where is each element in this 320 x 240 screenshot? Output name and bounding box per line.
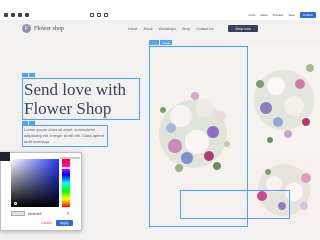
redo-button[interactable]: Redo <box>260 13 267 17</box>
pages-icon[interactable] <box>11 13 15 17</box>
toolbar-left-group <box>4 13 29 17</box>
tablet-icon[interactable] <box>97 13 101 17</box>
hero-heading-line-1: Send love with <box>24 80 126 99</box>
bouquet-photo-right[interactable] <box>248 44 320 162</box>
desktop-icon[interactable] <box>90 13 94 17</box>
mobile-icon[interactable] <box>104 13 108 17</box>
scroll-indicator[interactable] <box>60 157 80 159</box>
hue-handle[interactable] <box>61 167 71 169</box>
nav-link-workshops[interactable]: Workshops <box>159 27 176 31</box>
apply-button[interactable]: Apply <box>55 220 73 226</box>
logo-mark: F <box>22 24 31 33</box>
heading-selection-frame[interactable]: Send love with Flower Shop <box>22 78 140 120</box>
color-swatch <box>11 211 25 216</box>
editor-toolbar: Undo Redo Preview Save Publish <box>0 10 320 20</box>
saturation-value-area[interactable] <box>11 159 59 207</box>
device-switcher <box>90 13 108 17</box>
nav-link-about[interactable]: About <box>143 27 152 31</box>
color-picker-panel: #e4e4e4 ✎ Cancel Apply <box>0 152 82 231</box>
preview-button[interactable]: Preview <box>273 13 284 17</box>
picker-actions: Cancel Apply <box>41 220 73 226</box>
site-header: F Flower shop Home About Workshops Shop … <box>0 20 320 40</box>
image-tag-label: Image <box>160 40 173 45</box>
heading-selection-tag[interactable] <box>22 73 35 77</box>
hue-slider[interactable] <box>61 159 71 207</box>
drag-handle-icon[interactable] <box>22 73 28 77</box>
settings-icon[interactable] <box>29 73 35 77</box>
save-button[interactable]: Save <box>288 13 295 17</box>
shop-now-button[interactable]: Shop now <box>228 25 258 32</box>
publish-button[interactable]: Publish <box>300 12 316 18</box>
layers-icon[interactable] <box>18 13 22 17</box>
nav-link-home[interactable]: Home <box>128 27 137 31</box>
site-logo[interactable]: F Flower shop <box>22 24 64 33</box>
nav-link-contact[interactable]: Contact Us <box>196 27 213 31</box>
menu-icon[interactable] <box>4 13 8 17</box>
image-selection-tag[interactable]: ⋮⋮ Image <box>149 40 173 45</box>
paragraph-selection-frame[interactable]: Lorem ipsum dolor sit amet, consectetur … <box>22 125 108 147</box>
saturation-handle[interactable] <box>14 202 17 205</box>
image-selection-frame-secondary[interactable] <box>180 190 290 219</box>
hero-paragraph: Lorem ipsum dolor sit amet, consectetur … <box>24 127 105 144</box>
eyedropper-icon[interactable]: ✎ <box>67 211 70 216</box>
hex-row: #e4e4e4 ✎ <box>11 210 70 217</box>
add-icon[interactable] <box>25 13 29 17</box>
logo-text: Flower shop <box>34 25 64 32</box>
picker-tab <box>0 152 10 161</box>
bouquet-right-image <box>248 44 320 162</box>
hero-heading-line-2: Flower Shop <box>24 99 112 118</box>
cancel-button[interactable]: Cancel <box>41 221 52 225</box>
toolbar-right-group: Undo Redo Preview Save Publish <box>248 12 316 18</box>
nav-link-shop[interactable]: Shop <box>182 27 190 31</box>
site-nav: Home About Workshops Shop Contact Us <box>128 27 213 31</box>
image-tag-grip-icon[interactable]: ⋮⋮ <box>149 40 159 45</box>
hex-input[interactable]: #e4e4e4 <box>28 212 64 216</box>
undo-button[interactable]: Undo <box>248 13 255 17</box>
